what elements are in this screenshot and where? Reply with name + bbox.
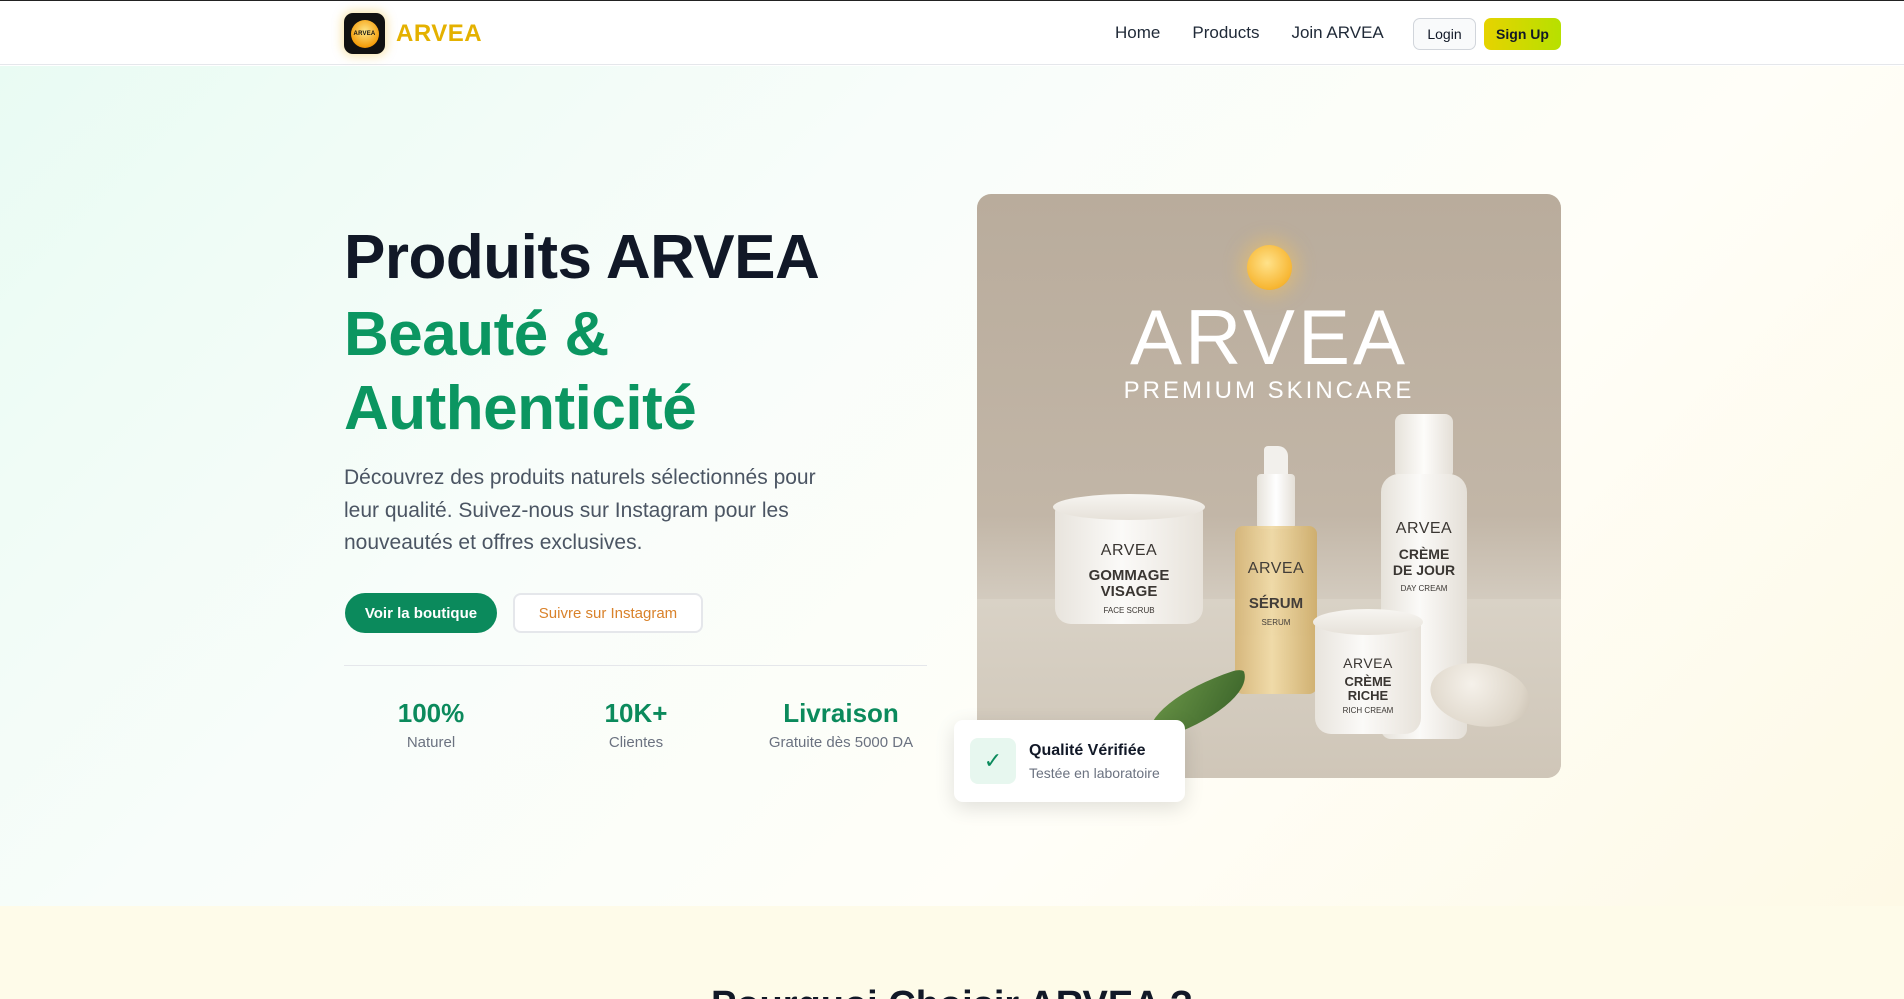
product-face-scrub: ARVEA GOMMAGE VISAGE FACE SCRUB (1053, 494, 1205, 624)
serum-pump (1264, 446, 1288, 476)
product-subtitle: DAY CREAM (1400, 584, 1448, 593)
why-choose-section: Pourquoi Choisir ARVEA ? (0, 906, 1904, 999)
hero-section (0, 66, 1904, 906)
top-navbar: ARVEA ARVEA Home Products Join ARVEA Log… (0, 0, 1904, 65)
product-brand: ARVEA (1100, 542, 1158, 559)
product-serum: ARVEA SÉRUM SERUM (1235, 526, 1317, 694)
image-tagline: PREMIUM SKINCARE (1123, 377, 1415, 404)
main-nav: Home Products Join ARVEA (1115, 23, 1384, 43)
nav-products[interactable]: Products (1192, 23, 1259, 43)
stat-value: 100% (397, 698, 465, 728)
shop-button[interactable]: Voir la boutique (345, 593, 497, 633)
hero-title: Produits ARVEA (344, 223, 820, 292)
section-title: Pourquoi Choisir ARVEA ? (0, 984, 1904, 999)
check-icon: ✓ (970, 738, 1016, 784)
stat-delivery: Livraison Gratuite dès 5000 DA (741, 698, 941, 751)
jar-lid (1053, 494, 1205, 520)
stat-label: Naturel (406, 734, 456, 751)
product-brand: ARVEA (1343, 655, 1393, 671)
product-subtitle: SERUM (1261, 618, 1291, 627)
hero-subtitle: Beauté & Authenticité (344, 298, 697, 446)
product-name: GOMMAGE VISAGE (1088, 567, 1170, 600)
product-subtitle: RICH CREAM (1342, 706, 1394, 715)
stat-value: Livraison (783, 698, 899, 728)
quality-title: Qualité Vérifiée (1029, 742, 1146, 759)
stats-divider (344, 665, 927, 666)
login-button[interactable]: Login (1413, 18, 1476, 50)
logo[interactable]: ARVEA ARVEA (344, 13, 482, 54)
instagram-button[interactable]: Suivre sur Instagram (513, 593, 703, 633)
stat-label: Gratuite dès 5000 DA (768, 734, 914, 751)
product-brand: ARVEA (1247, 560, 1305, 577)
serum-neck (1257, 474, 1295, 529)
sun-icon (1247, 245, 1292, 290)
logo-sun-mark: ARVEA (350, 19, 379, 48)
nav-home[interactable]: Home (1115, 23, 1160, 43)
product-subtitle: FACE SCRUB (1103, 606, 1155, 615)
quality-badge-card: ✓ Qualité Vérifiée Testée en laboratoire (954, 720, 1185, 802)
product-name: CRÈME DE JOUR (1392, 546, 1456, 578)
logo-badge-icon: ARVEA (344, 13, 385, 54)
nav-join-arvea[interactable]: Join ARVEA (1291, 23, 1383, 43)
stat-value: 10K+ (604, 698, 668, 728)
product-name: CRÈME RICHE (1344, 674, 1392, 703)
hero-subtitle-line1: Beauté & (344, 300, 609, 369)
jar-lid (1313, 609, 1423, 635)
stat-clients: 10K+ Clientes (536, 698, 736, 751)
product-name: SÉRUM (1248, 595, 1304, 612)
stat-label: Clientes (608, 734, 664, 751)
image-brand: ARVEA (1129, 293, 1409, 381)
product-rich-cream: ARVEA CRÈME RICHE RICH CREAM (1313, 609, 1423, 734)
bottle-cap (1395, 414, 1453, 476)
signup-button[interactable]: Sign Up (1484, 18, 1561, 50)
hero-subtitle-line2: Authenticité (344, 374, 697, 443)
stat-natural: 100% Naturel (331, 698, 531, 751)
product-brand: ARVEA (1395, 520, 1453, 537)
product-hero-image: ARVEA PREMIUM SKINCARE ARVEA CRÈME DE JO… (977, 194, 1561, 778)
hero-description: Découvrez des produits naturels sélectio… (344, 466, 816, 554)
quality-subtitle: Testée en laboratoire (1029, 765, 1160, 781)
logo-text: ARVEA (396, 19, 483, 47)
